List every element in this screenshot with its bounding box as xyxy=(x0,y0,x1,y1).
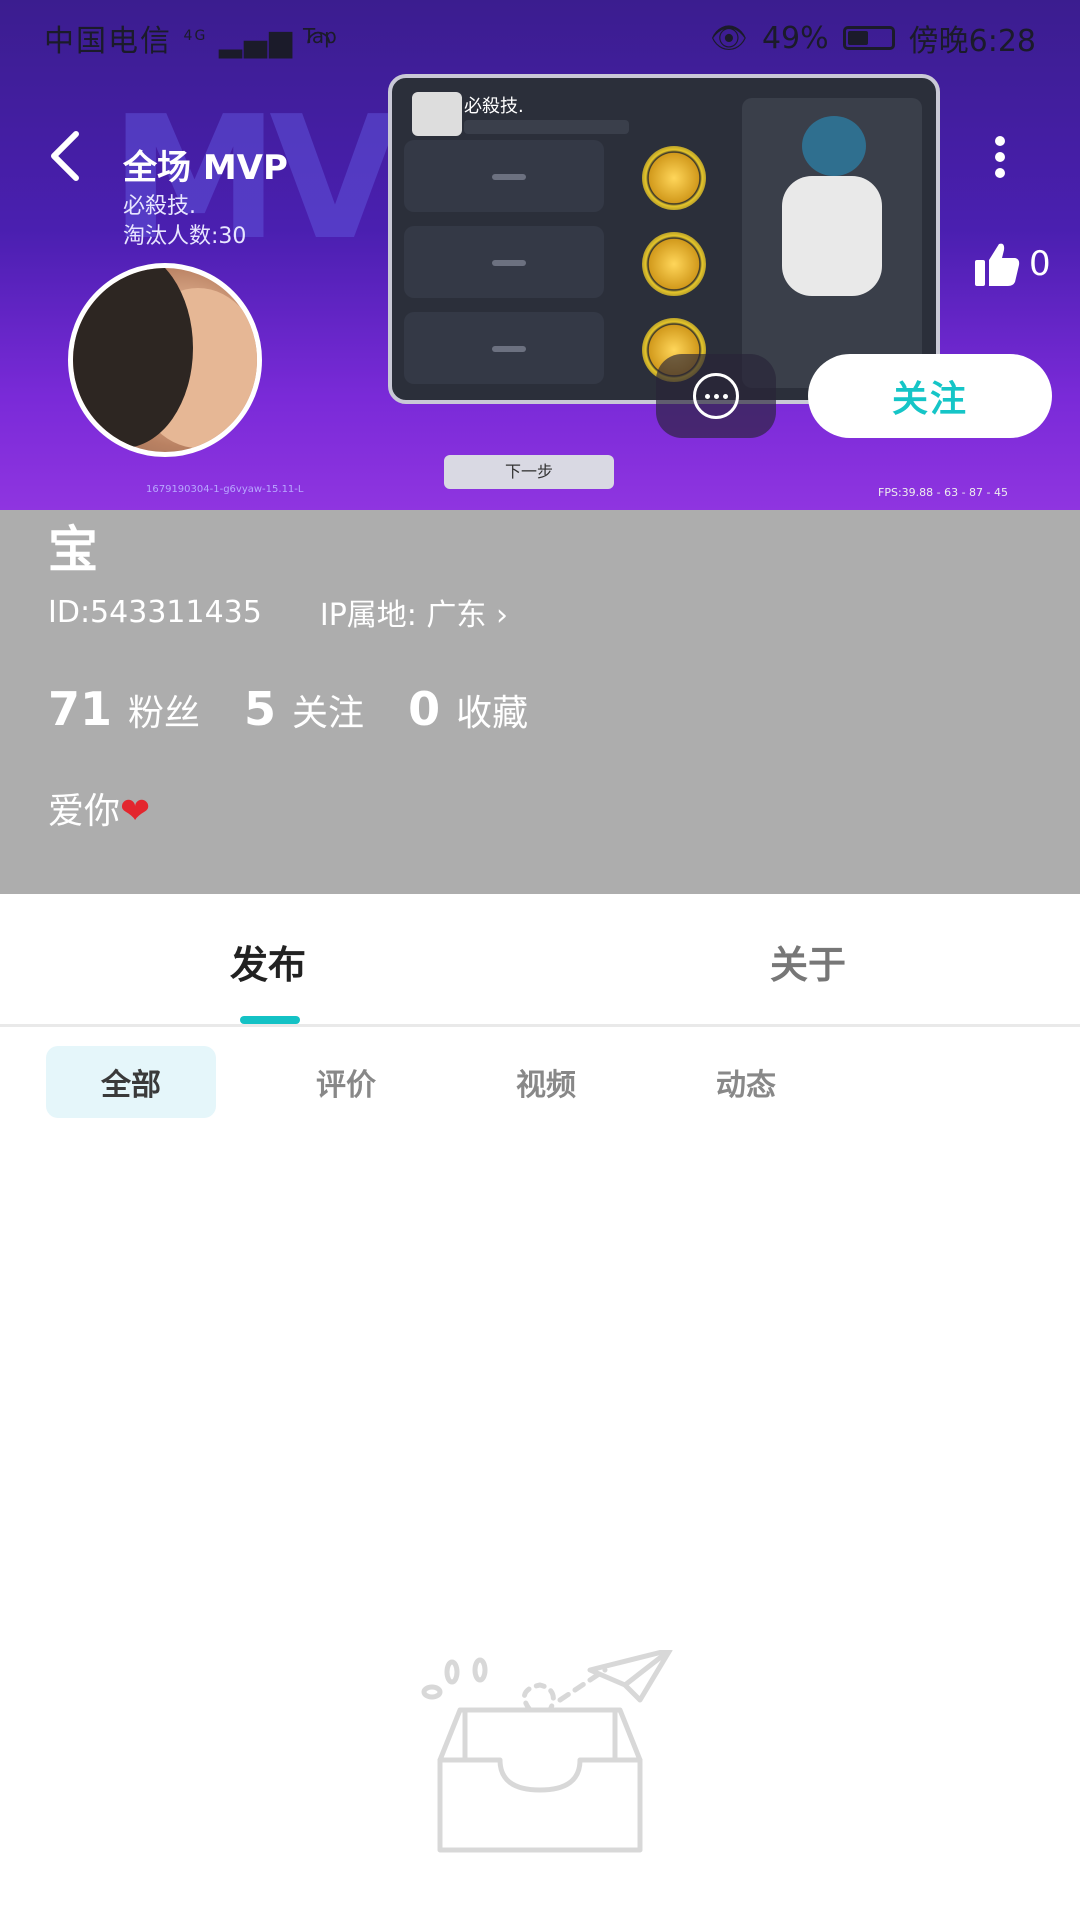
subtab-videos[interactable]: 视频 xyxy=(446,1046,646,1118)
chevron-right-icon: › xyxy=(495,598,508,633)
like-button[interactable]: 0 xyxy=(973,240,1051,288)
stat-label: 收藏 xyxy=(456,693,529,734)
empty-inbox-icon xyxy=(421,1650,673,1853)
card-slot xyxy=(404,140,604,212)
banner-fps-text: FPS:39.88 - 63 - 87 - 45 xyxy=(878,486,1009,499)
stat-followers[interactable]: 71 粉丝 xyxy=(48,682,200,736)
tab-publish[interactable]: 发布 xyxy=(230,934,306,989)
user-id: ID:543311435 xyxy=(48,594,262,630)
bio-text: 爱你 xyxy=(48,791,121,832)
card-slot xyxy=(404,312,604,384)
banner-mvp-title: 全场 MVP xyxy=(123,148,288,188)
stat-label: 关注 xyxy=(292,693,365,734)
badge-coin-icon xyxy=(642,232,706,296)
app-tag: Tap xyxy=(303,24,337,48)
card-slot xyxy=(404,226,604,298)
chat-bubble-icon xyxy=(693,373,739,419)
ip-location-link[interactable]: IP属地: 广东 › xyxy=(320,590,508,634)
banner-player-name: 必殺技. xyxy=(123,194,196,219)
heart-icon: ❤ xyxy=(120,791,151,832)
profile-stats: 71 粉丝 5 关注 0 收藏 xyxy=(48,682,528,736)
back-button[interactable] xyxy=(44,128,88,184)
chevron-left-icon xyxy=(51,131,79,181)
content-tabs: 发布 关于 xyxy=(0,894,1080,1027)
banner-eliminations: 淘汰人数:30 xyxy=(123,224,247,249)
avatar[interactable] xyxy=(68,263,262,457)
subtab-reviews[interactable]: 评价 xyxy=(246,1046,446,1118)
battery-percent: 49% xyxy=(761,20,829,56)
status-carrier: 中国电信 4G ▂▄▆ ◠ xyxy=(44,16,334,60)
stat-favorites[interactable]: 0 收藏 xyxy=(408,682,528,736)
profile-info-panel: 宝 ID:543311435 IP属地: 广东 › 71 粉丝 5 关注 0 收… xyxy=(0,510,1080,894)
profile-name: 宝 xyxy=(48,521,98,579)
stat-following[interactable]: 5 关注 xyxy=(244,682,364,736)
follow-button[interactable]: 关注 xyxy=(808,354,1052,438)
card-subtitle-line xyxy=(464,120,629,134)
banner-next-button: 下一步 xyxy=(444,455,614,489)
stat-value: 0 xyxy=(408,682,441,736)
badge-coin-icon xyxy=(642,146,706,210)
more-options-button[interactable] xyxy=(985,130,1015,180)
ip-location: IP属地: 广东 xyxy=(319,598,487,633)
network-type: 4G xyxy=(183,28,208,44)
more-dot-icon xyxy=(995,136,1005,146)
active-tab-indicator xyxy=(240,1016,300,1024)
card-player-avatar xyxy=(412,92,462,136)
carrier-label: 中国电信 xyxy=(44,24,172,59)
like-count: 0 xyxy=(1029,244,1051,284)
card-player-name: 必殺技. xyxy=(464,96,524,117)
stat-value: 5 xyxy=(244,682,277,736)
character-figure xyxy=(742,98,922,388)
tab-about[interactable]: 关于 xyxy=(770,934,846,989)
stat-label: 粉丝 xyxy=(128,693,201,734)
profile-bio: 爱你❤ xyxy=(48,782,150,834)
profile-id-line: ID:543311435 IP属地: 广东 › xyxy=(48,590,508,634)
subtab-moments[interactable]: 动态 xyxy=(646,1046,846,1118)
stat-value: 71 xyxy=(48,682,113,736)
status-right: 👁 49% 傍晚6:28 xyxy=(710,16,1036,60)
thumbs-up-icon xyxy=(975,243,1020,286)
clock: 傍晚6:28 xyxy=(908,24,1036,59)
subtab-all[interactable]: 全部 xyxy=(46,1046,216,1118)
status-bar: 中国电信 4G ▂▄▆ ◠ Tap 👁 49% 傍晚6:28 xyxy=(0,0,1080,70)
message-button[interactable] xyxy=(656,354,776,438)
banner-image-id: 1679190304-1-g6vyaw-15.11-L xyxy=(146,484,304,495)
eye-icon: 👁 xyxy=(709,20,748,56)
battery-icon xyxy=(842,26,895,50)
filter-subtabs: 全部 评价 视频 动态 xyxy=(46,1046,846,1118)
signal-icon: ▂▄▆ xyxy=(218,24,295,59)
